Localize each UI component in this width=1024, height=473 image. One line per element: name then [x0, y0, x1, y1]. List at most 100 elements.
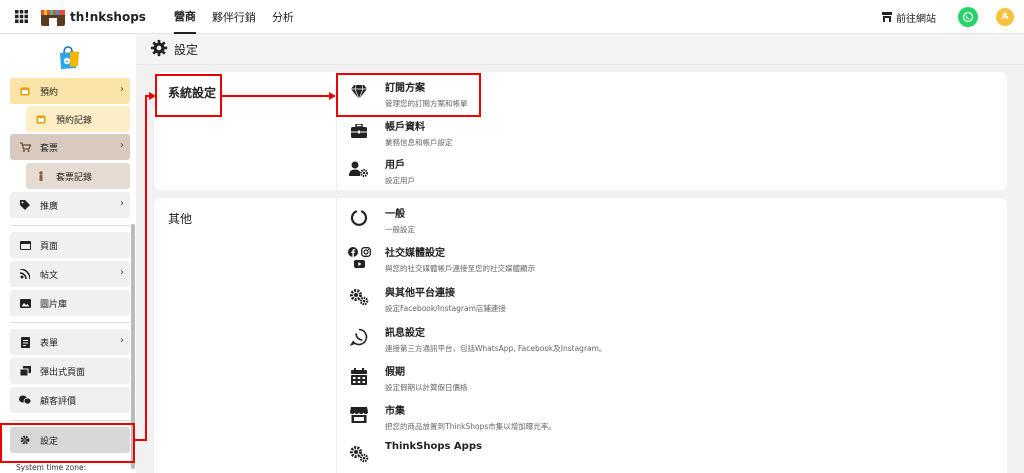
- sidebar-item-forms[interactable]: 表單 ›: [10, 329, 130, 355]
- option-desc: 設定用戶: [385, 176, 415, 185]
- sidebar-item-label: 預約記錄: [56, 115, 93, 126]
- sidebar-item-package-records[interactable]: 套票記錄: [26, 163, 130, 189]
- page-header: 設定: [136, 34, 1024, 65]
- sidebar-item-label: 套票記錄: [56, 172, 93, 183]
- option-other-platforms[interactable]: 與其他平台連接 設定Facebook/Instagram店鋪連接: [344, 282, 844, 318]
- sidebar-item-pages[interactable]: 頁面: [10, 232, 130, 258]
- option-thinkshops-apps[interactable]: ThinkShops Apps: [344, 439, 844, 473]
- chevron-right-icon: ›: [120, 84, 124, 95]
- whatsapp-icon: [962, 11, 974, 23]
- circle-notch-icon: [344, 203, 374, 233]
- sidebar-item-label: 頁面: [40, 241, 59, 252]
- sidebar-item-label: 圖片庫: [40, 299, 68, 310]
- sidebar-item-customer-reviews[interactable]: 顧客評價: [10, 387, 130, 413]
- option-title: 帳戶資料: [385, 122, 425, 133]
- visit-site-label: 前往網站: [896, 13, 936, 25]
- nav-business[interactable]: 營商: [173, 0, 196, 34]
- option-users[interactable]: 用戶 設定用戶: [344, 154, 844, 190]
- annotation-arrow: [329, 92, 336, 100]
- option-social-media-settings[interactable]: 社交媒體設定 與您的社交媒體帳戶連接至您的社交媒體顯示: [344, 242, 844, 278]
- shop-logo-icon: [41, 9, 65, 26]
- tag-icon: [18, 200, 32, 210]
- store-icon: [882, 12, 892, 22]
- option-title: 社交媒體設定: [385, 248, 445, 259]
- user-avatar[interactable]: A: [996, 8, 1014, 26]
- gear-icon: [150, 39, 168, 60]
- others-card: 其他 一般 一般設定 社交媒體設定 與您的社交媒體帳戶連接至您的社交媒體顯示 與…: [154, 198, 1007, 473]
- option-desc: 一般設定: [385, 225, 415, 234]
- option-marketplace[interactable]: 市集 把您的商品放置到ThinkShops市集以增加曝光率。: [344, 400, 844, 436]
- option-title: 一般: [385, 209, 405, 220]
- option-account-info[interactable]: 帳戶資料 業務信息和帳戶設定: [344, 116, 844, 152]
- calendar-icon: [344, 361, 374, 391]
- apps-grid-icon[interactable]: [4, 0, 38, 34]
- sidebar-divider: [10, 225, 130, 226]
- sidebar-item-booking[interactable]: 預約 ›: [10, 78, 130, 104]
- sidebar-item-label: 顧客評價: [40, 396, 77, 407]
- timezone-label: System time zone: Asia/Hong_kong: [16, 463, 87, 473]
- chevron-right-icon: ›: [120, 198, 124, 209]
- chevron-right-icon: ›: [120, 335, 124, 346]
- shop-bag-logo-icon: [56, 44, 82, 73]
- option-desc: 把您的商品放置到ThinkShops市集以增加曝光率。: [385, 422, 556, 431]
- image-icon: [18, 298, 32, 308]
- annotation-line: [145, 95, 147, 441]
- person-icon: [34, 171, 48, 181]
- review-icon: [18, 395, 32, 405]
- chevron-right-icon: ›: [120, 140, 124, 151]
- option-holidays[interactable]: 假期 設定假期以計算假日價格: [344, 361, 844, 397]
- sidebar-item-label: 套票: [40, 143, 59, 154]
- option-title: 與其他平台連接: [385, 288, 455, 299]
- page-title: 設定: [174, 42, 199, 57]
- thinkshops-logo[interactable]: th!nkshops: [40, 7, 146, 27]
- calendar-icon: [18, 86, 32, 96]
- user-gear-icon: [344, 154, 374, 184]
- gears-icon: [344, 439, 374, 469]
- rss-icon: [18, 269, 32, 279]
- sidebar-item-package[interactable]: 套票 ›: [10, 134, 130, 160]
- facebook-icon: [347, 246, 358, 257]
- sidebar-divider: [10, 420, 130, 421]
- form-icon: [18, 336, 32, 348]
- sidebar-item-label: 表單: [40, 338, 59, 349]
- option-title: 假期: [385, 367, 405, 378]
- section-label-others: 其他: [168, 212, 193, 226]
- chevron-right-icon: ›: [120, 267, 124, 278]
- gears-icon: [344, 282, 374, 312]
- briefcase-icon: [344, 116, 374, 146]
- window-icon: [18, 240, 32, 250]
- whatsapp-icon: [344, 322, 374, 352]
- option-desc: 業務信息和帳戶設定: [385, 138, 453, 147]
- top-right-actions: 前往網站 A: [882, 0, 1014, 34]
- option-desc: 設定Facebook/Instagram店鋪連接: [385, 304, 506, 313]
- sidebar-item-label: 推廣: [40, 201, 59, 212]
- option-title: 市集: [385, 406, 405, 417]
- option-desc: 設定假期以計算假日價格: [385, 383, 468, 392]
- main-nav: 營商 夥伴行銷 分析: [173, 0, 294, 34]
- option-desc: 連接第三方通訊平台，包括WhatsApp, Facebook及Instagram…: [385, 344, 607, 353]
- cart-icon: [18, 142, 32, 152]
- sidebar-item-promotion[interactable]: 推廣 ›: [10, 192, 130, 218]
- option-title: 訊息設定: [385, 328, 425, 339]
- nav-affiliate-marketing[interactable]: 夥伴行銷: [212, 0, 256, 34]
- top-bar: th!nkshops 營商 夥伴行銷 分析 前往網站 A: [0, 0, 1024, 34]
- option-desc: 與您的社交媒體帳戶連接至您的社交媒體顯示: [385, 264, 535, 273]
- sidebar: 預約 › 預約記錄 套票 › 套票記錄 推廣 › 頁面 帖文 › 圖片庫 表單 …: [0, 34, 136, 473]
- system-settings-card: 系統設定 訂閱方案 管理您的訂閱方案和帳單 帳戶資料 業務信息和帳戶設定 用戶 …: [154, 72, 1007, 190]
- option-message-settings[interactable]: 訊息設定 連接第三方通訊平台，包括WhatsApp, Facebook及Inst…: [344, 322, 844, 358]
- sidebar-item-label: 帖文: [40, 270, 59, 281]
- sidebar-item-popup-pages[interactable]: 彈出式頁面: [10, 358, 130, 384]
- social-icons: [344, 242, 374, 272]
- visit-site-link[interactable]: 前往網站: [882, 10, 936, 25]
- sidebar-item-label: 預約: [40, 87, 59, 98]
- highlight-system-settings-box: [155, 74, 222, 117]
- sidebar-item-booking-records[interactable]: 預約記錄: [26, 106, 130, 132]
- popup-icon: [18, 366, 32, 376]
- nav-analytics[interactable]: 分析: [272, 0, 294, 34]
- youtube-icon: [353, 259, 365, 268]
- sidebar-item-posts[interactable]: 帖文 ›: [10, 261, 130, 287]
- highlight-subscription-box: [336, 73, 481, 117]
- option-general[interactable]: 一般 一般設定: [344, 203, 844, 239]
- sidebar-item-image-library[interactable]: 圖片庫: [10, 290, 130, 316]
- whatsapp-button[interactable]: [958, 7, 978, 27]
